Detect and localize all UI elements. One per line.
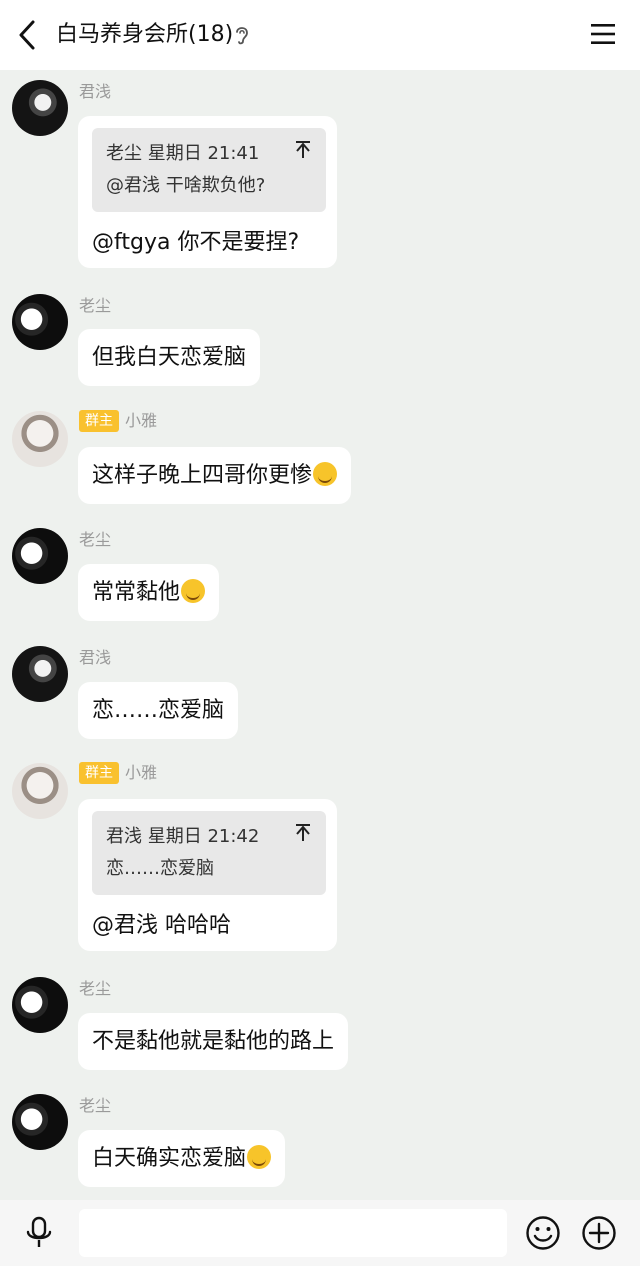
input-bar [0, 1200, 640, 1266]
quote-text: @君浅 干啥欺负他? [106, 175, 266, 196]
sender-name: 小雅 [125, 411, 158, 430]
quoted-message[interactable]: 君浅 星期日 21:42 恋……恋爱脑 [92, 811, 326, 895]
message-text: 但我白天恋爱脑 [92, 345, 247, 370]
quoted-message[interactable]: 老尘 星期日 21:41 @君浅 干啥欺负他? [92, 128, 326, 212]
message-bubble[interactable]: 白天确实恋爱脑 [78, 1130, 286, 1187]
sender-name: 君浅 [79, 648, 112, 667]
quote-text: 恋……恋爱脑 [106, 858, 214, 879]
message-text: 恋……恋爱脑 [92, 698, 225, 723]
top-bar: 白马养身会所(18) [0, 0, 640, 70]
avatar[interactable] [12, 528, 68, 584]
sender-name: 君浅 [79, 82, 112, 101]
message-text: @ftgya 你不是要捏? [92, 230, 300, 255]
avatar[interactable] [12, 646, 68, 702]
message-list[interactable]: 君浅 老尘 星期日 21:41 @君浅 干啥欺负他? @ftgya 你不是要捏?… [0, 70, 640, 1200]
microphone-icon[interactable] [24, 1216, 54, 1250]
owner-badge: 群主 [79, 762, 119, 784]
message-bubble[interactable]: 君浅 星期日 21:42 恋……恋爱脑 @君浅 哈哈哈 [78, 799, 337, 951]
message-bubble[interactable]: 但我白天恋爱脑 [78, 329, 261, 386]
avatar[interactable] [12, 80, 68, 136]
message-text: 这样子晚上四哥你更惨 [92, 463, 313, 488]
jump-to-quote-icon[interactable] [294, 823, 312, 843]
message-bubble[interactable]: 恋……恋爱脑 [78, 682, 239, 739]
sender-name: 老尘 [79, 296, 112, 315]
message-text: 不是黏他就是黏他的路上 [92, 1029, 335, 1054]
sender-line: 群主 小雅 [79, 762, 157, 784]
message-text: @君浅 哈哈哈 [92, 913, 231, 938]
smug-emoji-icon [247, 1145, 272, 1169]
ear-icon [236, 27, 248, 45]
chevron-left-icon[interactable] [14, 18, 42, 52]
laughing-tears-emoji-icon [313, 462, 338, 486]
quote-header: 君浅 星期日 21:42 [106, 826, 260, 847]
owner-badge: 群主 [79, 410, 119, 432]
message-bubble[interactable]: 这样子晚上四哥你更惨 [78, 447, 352, 504]
message-input[interactable] [79, 1209, 507, 1257]
laughing-tears-emoji-icon [181, 579, 206, 603]
quote-header: 老尘 星期日 21:41 [106, 143, 260, 164]
sender-name: 老尘 [79, 530, 112, 549]
sender-name: 老尘 [79, 979, 112, 998]
sender-name: 老尘 [79, 1096, 112, 1115]
avatar[interactable] [12, 977, 68, 1033]
message-text: 白天确实恋爱脑 [92, 1146, 247, 1171]
avatar[interactable] [12, 294, 68, 350]
chat-title: 白马养身会所(18) [56, 22, 234, 47]
menu-icon[interactable] [590, 22, 616, 46]
jump-to-quote-icon[interactable] [294, 140, 312, 160]
avatar[interactable] [12, 1094, 68, 1150]
sender-name: 小雅 [125, 763, 158, 782]
sender-line: 群主 小雅 [79, 410, 157, 432]
avatar[interactable] [12, 411, 68, 467]
message-bubble[interactable]: 常常黏他 [78, 564, 220, 621]
emoji-icon[interactable] [525, 1215, 561, 1251]
avatar[interactable] [12, 763, 68, 819]
message-bubble[interactable]: 不是黏他就是黏他的路上 [78, 1013, 349, 1070]
message-text: 常常黏他 [92, 580, 181, 605]
plus-circle-icon[interactable] [581, 1215, 617, 1251]
message-bubble[interactable]: 老尘 星期日 21:41 @君浅 干啥欺负他? @ftgya 你不是要捏? [78, 116, 337, 268]
